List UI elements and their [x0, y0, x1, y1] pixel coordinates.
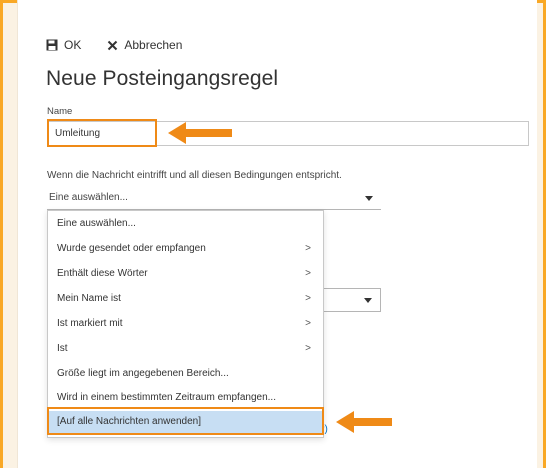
- chevron-right-icon: >: [305, 243, 311, 254]
- cancel-label: Abbrechen: [124, 38, 183, 52]
- menu-item-apply-all[interactable]: [Auf alle Nachrichten anwenden]: [48, 411, 323, 433]
- chevron-down-icon: [364, 298, 372, 303]
- page-title: Neue Posteingangsregel: [46, 67, 279, 90]
- menu-item-label: Größe liegt im angegebenen Bereich...: [57, 368, 229, 379]
- chevron-down-icon: [365, 196, 373, 201]
- menu-item-size-range[interactable]: Größe liegt im angegebenen Bereich...: [48, 363, 323, 385]
- menu-item-my-name-is[interactable]: Mein Name ist >: [48, 288, 323, 310]
- name-input[interactable]: Umleitung: [47, 121, 529, 146]
- menu-item-label: Eine auswählen...: [57, 218, 136, 229]
- toolbar: OK Abbrechen: [46, 38, 182, 52]
- cancel-button[interactable]: Abbrechen: [107, 38, 182, 52]
- ok-label: OK: [64, 38, 82, 52]
- save-icon: [46, 39, 58, 51]
- rule-editor-panel: OK Abbrechen Neue Posteingangsregel Name…: [17, 0, 537, 468]
- chevron-right-icon: >: [305, 343, 311, 354]
- condition-dropdown-menu: Eine auswählen... Wurde gesendet oder em…: [47, 210, 324, 438]
- menu-item-label: Ist markiert mit: [57, 318, 123, 329]
- arrow-left-icon: [336, 411, 392, 433]
- condition-label: Wenn die Nachricht eintrifft und all die…: [47, 170, 342, 181]
- chevron-right-icon: >: [305, 293, 311, 304]
- condition-select[interactable]: Eine auswählen...: [47, 186, 381, 210]
- menu-item-label: Wird in einem bestimmten Zeitraum empfan…: [57, 392, 276, 403]
- menu-item-label: [Auf alle Nachrichten anwenden]: [57, 416, 201, 427]
- chevron-right-icon: >: [305, 318, 311, 329]
- menu-item-label: Mein Name ist: [57, 293, 121, 304]
- name-label: Name: [47, 106, 73, 117]
- menu-item-is[interactable]: Ist >: [48, 338, 323, 360]
- condition-select-value: Eine auswählen...: [49, 192, 128, 203]
- menu-item-choose[interactable]: Eine auswählen...: [48, 213, 323, 235]
- menu-item-contains-words[interactable]: Enthält diese Wörter >: [48, 263, 323, 285]
- menu-item-sent-received[interactable]: Wurde gesendet oder empfangen >: [48, 238, 323, 260]
- close-icon: [107, 40, 118, 51]
- menu-item-label: Wurde gesendet oder empfangen: [57, 243, 206, 254]
- menu-item-label: Ist: [57, 343, 68, 354]
- ok-button[interactable]: OK: [46, 38, 81, 52]
- background-select[interactable]: [321, 288, 381, 312]
- chevron-right-icon: >: [305, 268, 311, 279]
- menu-item-label: Enthält diese Wörter: [57, 268, 148, 279]
- arrow-left-icon: [168, 122, 232, 144]
- menu-item-date-range[interactable]: Wird in einem bestimmten Zeitraum empfan…: [48, 387, 323, 409]
- menu-item-flagged-with[interactable]: Ist markiert mit >: [48, 313, 323, 335]
